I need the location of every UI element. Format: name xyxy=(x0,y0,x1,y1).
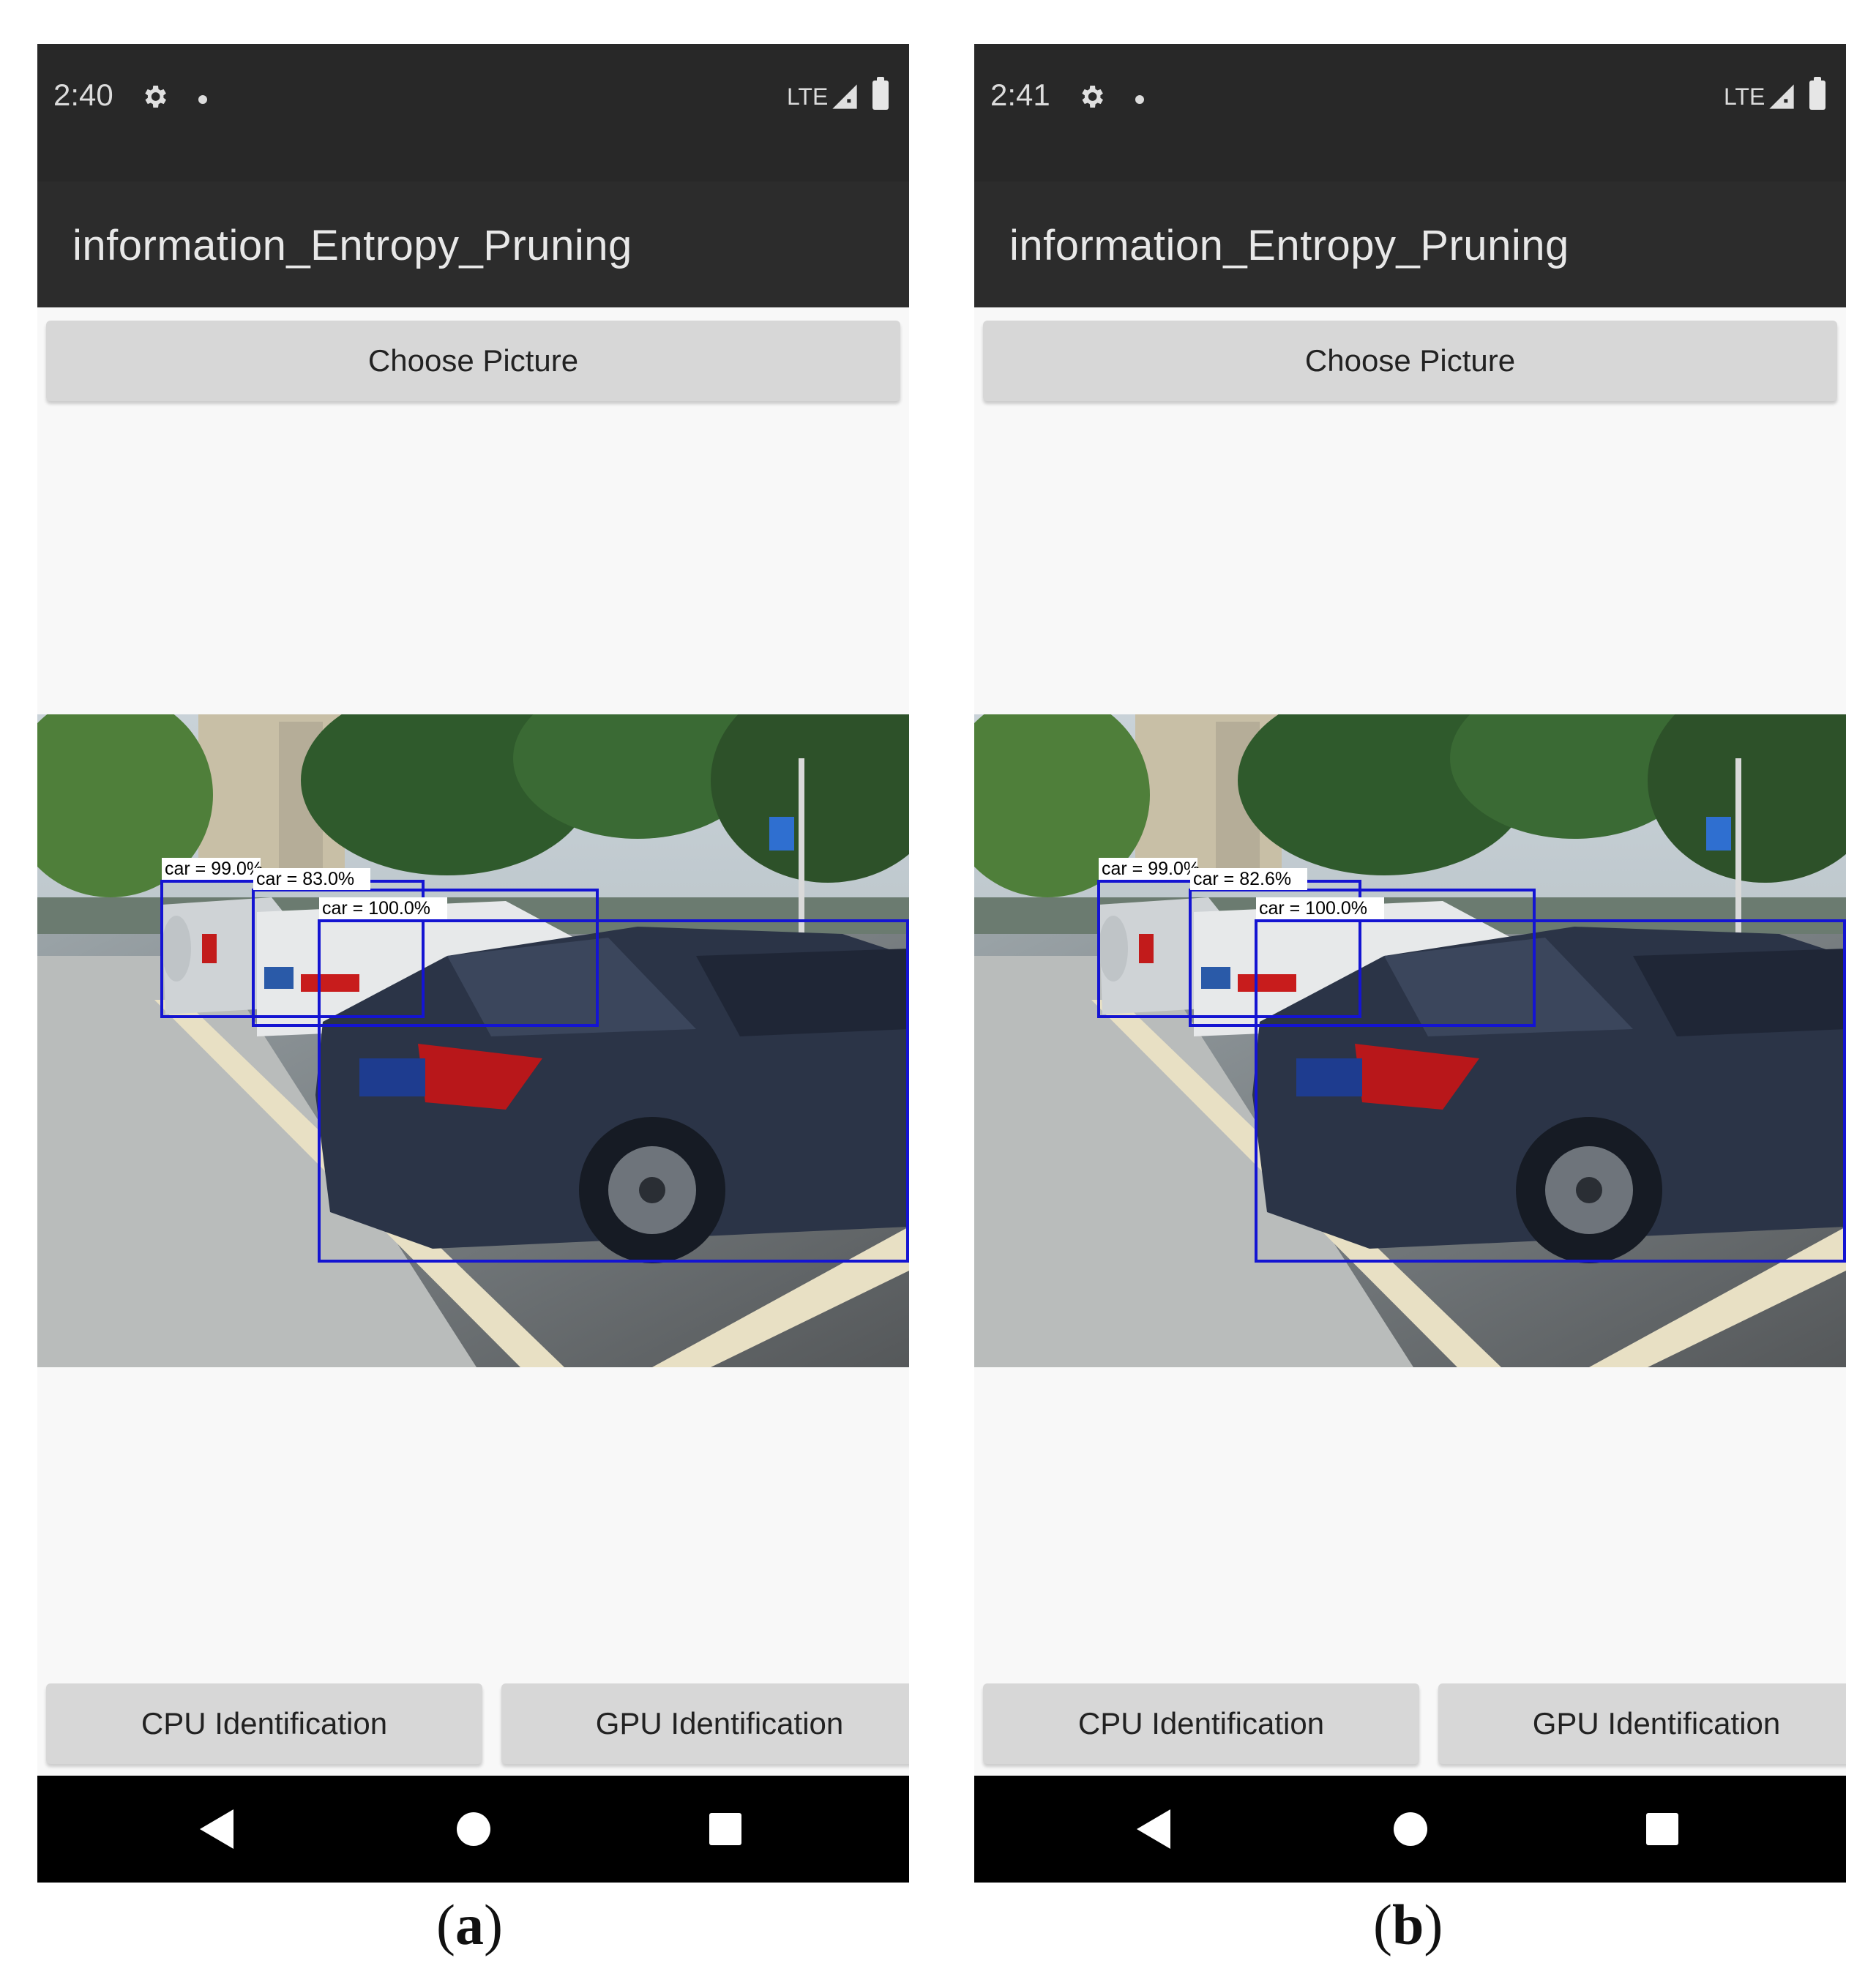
phone-screen-a: 2:40 LTE information_Entropy_Pruning Cho… xyxy=(37,44,909,1883)
battery-icon xyxy=(1809,77,1825,110)
detection-label: car = 99.0% xyxy=(165,859,263,879)
notification-dot-icon xyxy=(198,95,207,104)
network-type: LTE xyxy=(787,83,829,110)
status-bar: 2:41 LTE xyxy=(974,44,1846,182)
signal-icon xyxy=(832,84,857,109)
home-icon[interactable] xyxy=(1394,1812,1427,1846)
detection-result-image: car = 99.0% car = 82.6% car = 100.0% xyxy=(974,714,1846,1367)
app-title: information_Entropy_Pruning xyxy=(1009,222,1569,269)
gpu-identification-button[interactable]: GPU Identification xyxy=(1438,1683,1846,1764)
caption-b: (b) xyxy=(1373,1892,1443,1958)
app-bar: information_Entropy_Pruning xyxy=(37,182,909,307)
status-time: 2:41 xyxy=(990,78,1050,112)
status-bar: 2:40 LTE xyxy=(37,44,909,182)
back-icon[interactable] xyxy=(200,1809,233,1849)
gear-icon xyxy=(1082,86,1103,108)
notification-dot-icon xyxy=(1135,95,1144,104)
home-icon[interactable] xyxy=(457,1812,490,1846)
recents-icon[interactable] xyxy=(709,1813,741,1845)
choose-picture-button[interactable]: Choose Picture xyxy=(983,321,1837,401)
detection-label: car = 100.0% xyxy=(322,898,430,919)
navigation-bar xyxy=(37,1776,909,1883)
choose-picture-button[interactable]: Choose Picture xyxy=(46,321,900,401)
battery-icon xyxy=(872,77,889,110)
caption-paren-open: ( xyxy=(436,1893,455,1956)
back-icon[interactable] xyxy=(1137,1809,1170,1849)
app-bar: information_Entropy_Pruning xyxy=(974,182,1846,307)
detection-label: car = 100.0% xyxy=(1259,898,1367,919)
caption-letter: b xyxy=(1391,1893,1424,1956)
app-title: information_Entropy_Pruning xyxy=(72,222,632,269)
navigation-bar xyxy=(974,1776,1846,1883)
detection-label: car = 83.0% xyxy=(256,869,354,889)
signal-icon xyxy=(1769,84,1794,109)
network-type: LTE xyxy=(1724,83,1765,110)
caption-paren-close: ) xyxy=(1424,1893,1443,1956)
cpu-identification-button[interactable]: CPU Identification xyxy=(46,1683,482,1764)
caption-a: (a) xyxy=(436,1892,503,1958)
detection-label: car = 82.6% xyxy=(1193,869,1291,889)
phone-screen-b: 2:41 LTE information_Entropy_Pruning Cho… xyxy=(974,44,1846,1883)
status-time: 2:40 xyxy=(53,78,113,112)
gpu-identification-button[interactable]: GPU Identification xyxy=(501,1683,909,1764)
recents-icon[interactable] xyxy=(1646,1813,1678,1845)
caption-paren-close: ) xyxy=(483,1893,503,1956)
gear-icon xyxy=(145,86,166,108)
caption-letter: a xyxy=(455,1893,484,1956)
caption-paren-open: ( xyxy=(1373,1893,1392,1956)
cpu-identification-button[interactable]: CPU Identification xyxy=(983,1683,1419,1764)
figure: 2:40 LTE information_Entropy_Pruning Cho… xyxy=(0,0,1876,1985)
detection-label: car = 99.0% xyxy=(1102,859,1200,879)
detection-result-image: car = 99.0% car = 83.0% car = 100.0% xyxy=(37,714,909,1367)
